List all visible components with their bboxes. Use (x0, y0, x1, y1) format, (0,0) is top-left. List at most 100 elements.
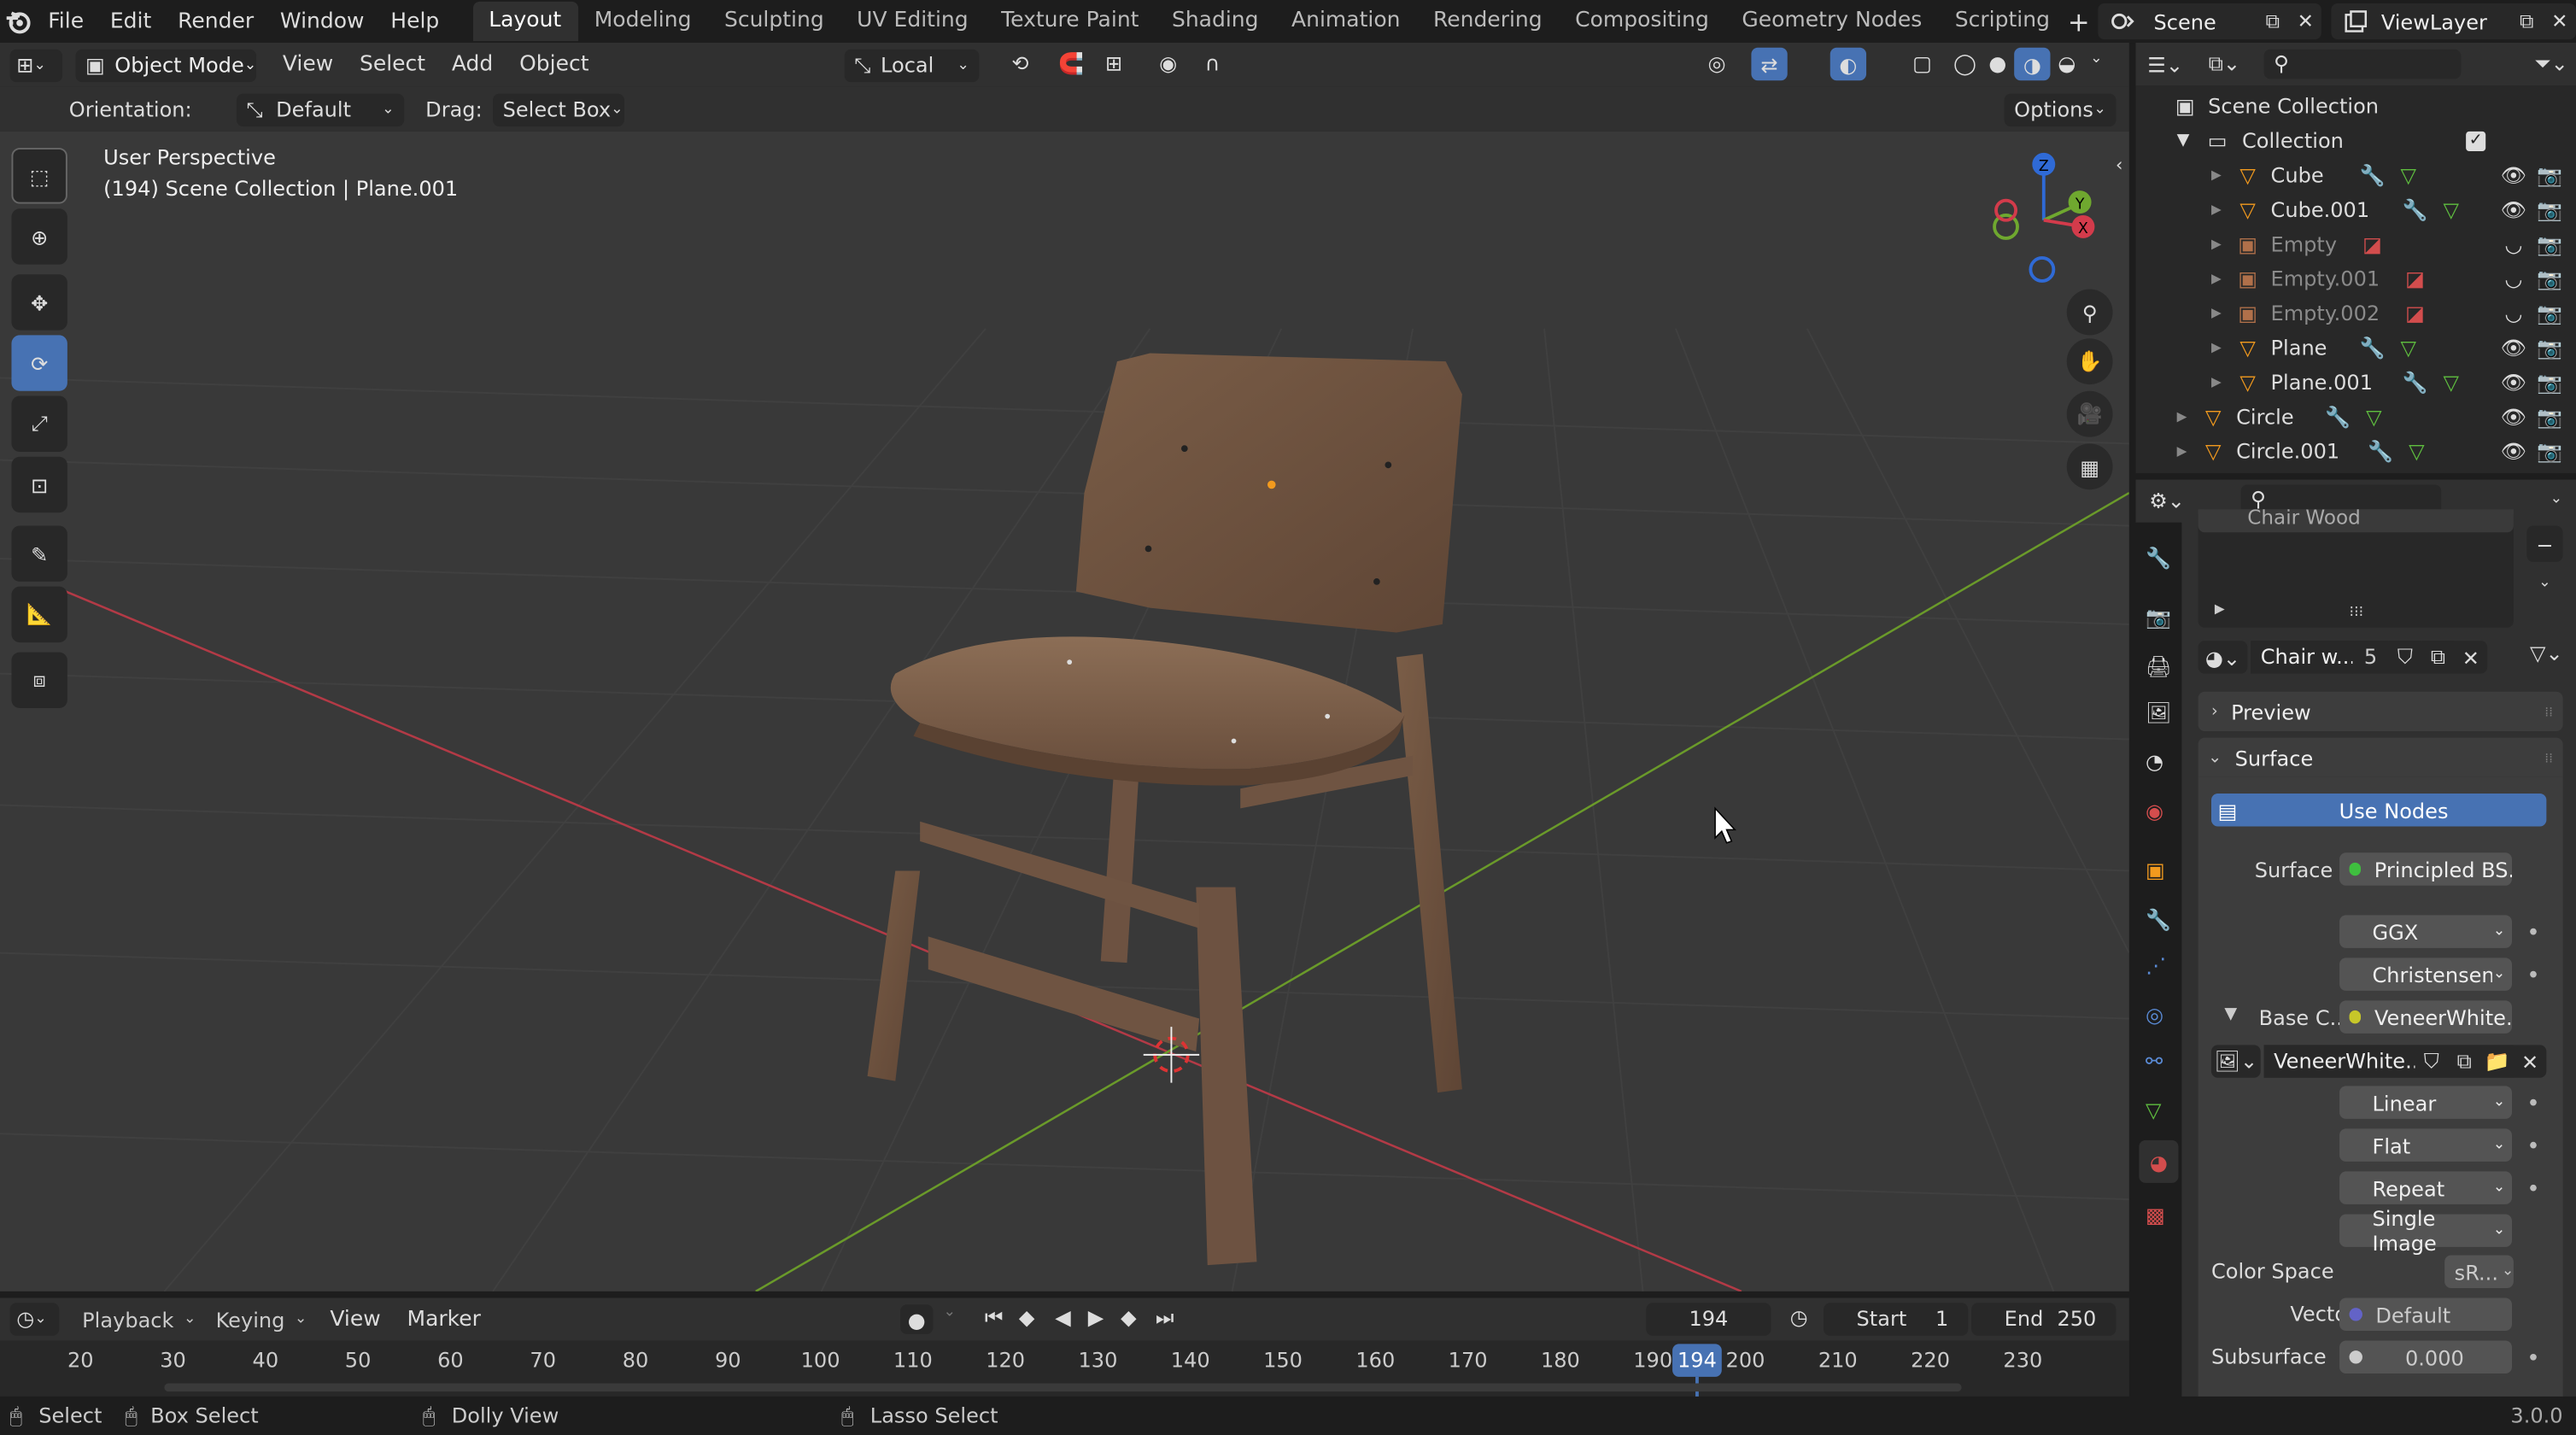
image-name[interactable]: VeneerWhite... (2263, 1045, 2415, 1078)
render-camera-icon[interactable]: 📷 (2537, 300, 2563, 326)
overlay-toggle-icon[interactable]: ◐ (1830, 47, 1867, 81)
modifier-icon[interactable]: 🔧 (2402, 196, 2428, 223)
material-slot-list[interactable]: Chair Wood ▶ ⁝⁝⁝ (2198, 509, 2514, 628)
cursor-tool[interactable]: ⊕ (11, 208, 67, 265)
expand-icon[interactable]: ▶ (2211, 271, 2222, 285)
play-icon[interactable]: ▶ (1081, 1304, 1111, 1329)
scene-selector[interactable]: Scene ⧉ ✕ (2098, 3, 2322, 40)
tab-compositing[interactable]: Compositing (1559, 2, 1725, 41)
rotate-tool[interactable]: ⟳ (11, 335, 67, 391)
tab-scripting[interactable]: Scripting (1939, 2, 2067, 41)
world-tab-icon[interactable]: ◉ (2146, 799, 2163, 823)
modifier-icon[interactable]: 🔧 (2325, 403, 2351, 430)
tab-modeling[interactable]: Modeling (577, 2, 707, 41)
end-frame-field[interactable]: End 250 (1971, 1303, 2116, 1336)
image-datablock[interactable]: 🖼⌄ VeneerWhite... ⛉ ⧉ 📁 ✕ (2210, 1043, 2547, 1079)
expand-icon[interactable]: ▶ (2211, 167, 2222, 182)
material-link-icon[interactable]: ▽⌄ (2523, 641, 2569, 665)
collection-expand-icon[interactable]: ▼ (2177, 132, 2190, 149)
property-field[interactable]: Christensen-B...⌄ (2339, 958, 2512, 991)
mesh-data-icon[interactable]: ▽ (2403, 439, 2430, 464)
mesh-data-icon[interactable]: ▽ (2438, 370, 2464, 395)
render-camera-icon[interactable]: 📷 (2537, 266, 2563, 292)
start-frame-field[interactable]: Start 1 (1824, 1303, 1969, 1336)
jump-keyframe-forward-icon[interactable]: ◆ (1114, 1304, 1144, 1329)
proportional-edit-icon[interactable]: ◉ (1153, 51, 1183, 76)
display-mode-icon[interactable]: ⧉⌄ (2195, 51, 2254, 78)
render-camera-icon[interactable]: 📷 (2537, 369, 2563, 395)
viewport-menu-object[interactable]: Object (506, 53, 602, 78)
shading-options-icon[interactable]: ⌄ (2083, 51, 2110, 67)
eye-icon[interactable]: 👁 (2501, 334, 2527, 360)
render-camera-icon[interactable]: 📷 (2537, 334, 2563, 360)
material-name[interactable]: Chair w... (2251, 641, 2353, 674)
empty-data-icon[interactable]: ◪ (2359, 231, 2386, 256)
navigation-gizmo[interactable]: Z Y X (1971, 144, 2119, 292)
expand-icon[interactable]: ▶ (2177, 409, 2187, 424)
editor-type-button[interactable]: ⊞ ⌄ (9, 48, 63, 82)
render-camera-icon[interactable]: 📷 (2537, 438, 2563, 465)
solid-shading-icon[interactable]: ● (1982, 51, 2014, 76)
image-browse-icon[interactable]: 🖼⌄ (2210, 1045, 2261, 1078)
pivot-point-icon[interactable]: ⟲ (996, 51, 1045, 76)
3d-viewport[interactable]: User Perspective (194) Scene Collection … (0, 131, 2129, 1292)
particles-tab-icon[interactable]: ⋰ (2146, 953, 2166, 978)
tab-sculpting[interactable]: Sculpting (708, 2, 840, 41)
menu-help[interactable]: Help (378, 9, 453, 34)
outliner-search[interactable]: ⚲ (2263, 49, 2462, 79)
add-workspace-icon[interactable]: + (2066, 6, 2091, 38)
slot-expand-icon[interactable]: ▶ (2215, 601, 2225, 616)
outliner-item[interactable]: ▶ ▽ Circle.001 🔧 ▽ 👁 📷 (2136, 434, 2567, 468)
modifier-icon[interactable]: 🔧 (2368, 438, 2394, 465)
expand-icon[interactable]: ▶ (2211, 306, 2222, 320)
close-view-layer-icon[interactable]: ✕ (2544, 10, 2576, 33)
render-camera-icon[interactable]: 📷 (2537, 231, 2563, 257)
hidden-eye-icon[interactable]: ◡ (2501, 301, 2527, 325)
properties-options-icon[interactable]: ⌄ (2537, 491, 2576, 507)
blender-logo-icon[interactable] (0, 0, 35, 43)
empty-data-icon[interactable]: ◪ (2402, 301, 2428, 325)
outliner-item[interactable]: ▶ ▽ Cube 🔧 ▽ 👁 📷 (2136, 158, 2567, 192)
image-setting-dropdown[interactable]: Single Image ⌄ (2339, 1206, 2512, 1256)
image-fake-user-icon[interactable]: ⛉ (2415, 1045, 2448, 1078)
property-field[interactable]: Principled BS... (2339, 852, 2512, 886)
tab-layout[interactable]: Layout (471, 1, 578, 42)
close-scene-icon[interactable]: ✕ (2289, 10, 2321, 33)
slot-resize-handle[interactable]: ⁝⁝⁝ (2350, 605, 2364, 621)
measure-tool[interactable]: 📐 (11, 586, 67, 643)
material-browse-icon[interactable]: ◕⌄ (2198, 641, 2248, 674)
modifier-icon[interactable]: 🔧 (2402, 369, 2428, 395)
render-camera-icon[interactable]: 📷 (2537, 161, 2563, 188)
image-open-icon[interactable]: 📁 (2480, 1045, 2514, 1078)
preview-drag-handle[interactable]: ⁞⁞ (2544, 704, 2553, 718)
image-setting-dropdown[interactable]: Repeat ⌄ (2339, 1171, 2512, 1204)
color-space-dropdown[interactable]: sR... ⌄ (2444, 1255, 2514, 1289)
move-tool[interactable]: ✥ (11, 274, 67, 331)
copy-view-layer-icon[interactable]: ⧉ (2510, 9, 2543, 34)
fake-user-icon[interactable]: ⛉ (2388, 641, 2422, 674)
duplicate-material-icon[interactable]: ⧉ (2421, 641, 2455, 674)
rendered-shading-icon[interactable]: ◒ (2050, 51, 2082, 76)
outliner-item[interactable]: ▶ ▽ Cube.001 🔧 ▽ 👁 📷 (2136, 192, 2567, 226)
scene-tab-icon[interactable]: ◔ (2146, 749, 2163, 774)
tab-uv-editing[interactable]: UV Editing (840, 2, 985, 41)
timeline-scrollbar[interactable] (164, 1383, 1962, 1392)
image-duplicate-icon[interactable]: ⧉ (2447, 1045, 2481, 1078)
hidden-eye-icon[interactable]: ◡ (2501, 266, 2527, 291)
wireframe-shading-icon[interactable]: ◯ (1948, 51, 1981, 76)
empty-data-icon[interactable]: ◪ (2402, 266, 2428, 291)
tab-shading[interactable]: Shading (1156, 2, 1275, 41)
material-shading-icon[interactable]: ◑ (2014, 47, 2051, 81)
snap-target-icon[interactable]: ⊞ (1091, 51, 1137, 76)
jump-end-icon[interactable]: ⏭ (1150, 1304, 1180, 1331)
collection-row[interactable]: ▼ ▭ Collection ✓ (2136, 123, 2567, 157)
mesh-data-icon[interactable]: ▽ (2395, 335, 2421, 360)
tab-geometry-nodes[interactable]: Geometry Nodes (1725, 2, 1938, 41)
modifier-icon[interactable]: 🔧 (2359, 161, 2386, 188)
render-tab-icon[interactable]: 📷 (2146, 605, 2171, 631)
camera-icon[interactable]: 🎥 (2066, 390, 2113, 437)
ortho-grid-icon[interactable]: ▦ (2066, 443, 2113, 490)
modifier-tab-icon[interactable]: 🔧 (2146, 907, 2171, 934)
expand-icon[interactable]: ▶ (2211, 237, 2222, 251)
property-field[interactable]: GGX ⌄ (2339, 915, 2512, 948)
